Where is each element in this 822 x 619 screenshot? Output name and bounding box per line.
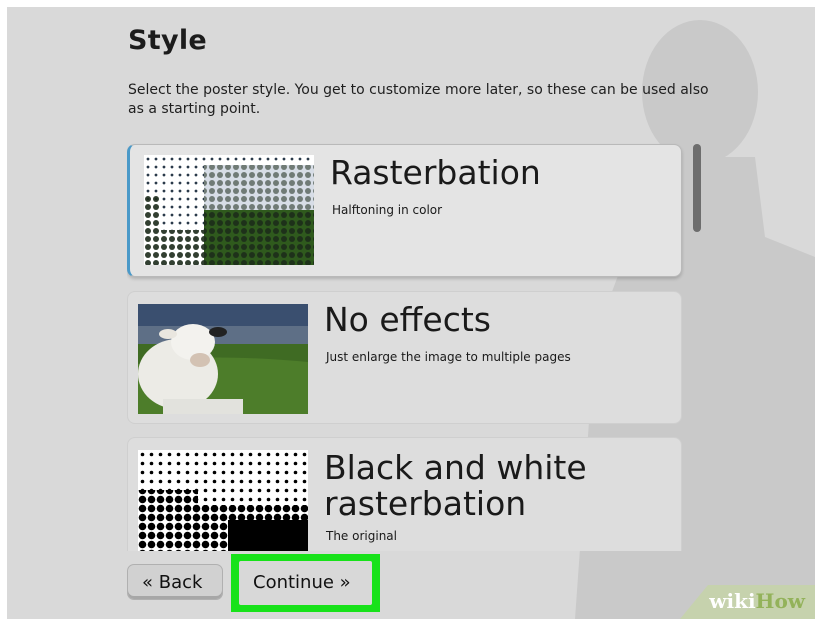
no-effects-thumbnail [138, 304, 308, 414]
rasterbation-thumbnail [144, 155, 314, 265]
style-description: Select the poster style. You get to cust… [128, 82, 709, 117]
style-title: No effects [324, 300, 491, 339]
style-subtitle: The original [326, 529, 397, 543]
style-option-no-effects[interactable]: No effects Just enlarge the image to mul… [127, 291, 682, 424]
style-title: Rasterbation [330, 153, 541, 192]
style-list-scrollbar-thumb[interactable] [693, 144, 701, 232]
continue-button[interactable]: Continue » [239, 561, 372, 605]
style-heading: Style [128, 25, 208, 56]
style-title: Black and white rasterbation [324, 448, 587, 523]
style-subtitle: Halftoning in color [332, 203, 443, 217]
style-subtitle: Just enlarge the image to multiple pages [326, 350, 571, 364]
style-option-rasterbation[interactable]: Rasterbation Halftoning in color [127, 144, 682, 277]
style-list: Rasterbation Halftoning in color No effe… [127, 141, 685, 551]
style-option-black-and-white-rasterbation[interactable]: Black and white rasterbation The origina… [127, 437, 682, 551]
rasterbator-window: Style Select the poster style. You get t… [7, 7, 815, 619]
wikihow-watermark: wikiHow [660, 585, 815, 619]
back-button[interactable]: « Back [127, 564, 223, 600]
bw-rasterbation-thumbnail [138, 450, 308, 551]
